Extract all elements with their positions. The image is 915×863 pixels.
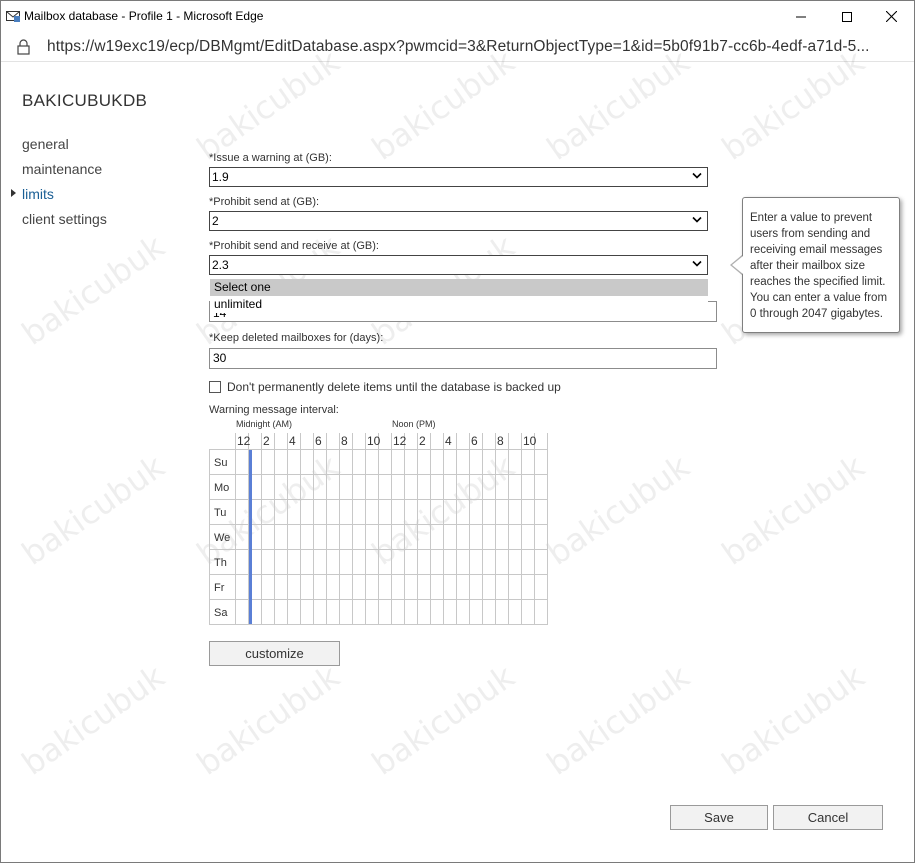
nav-item-label: client settings bbox=[22, 211, 107, 227]
cancel-button[interactable]: Cancel bbox=[773, 805, 883, 830]
hour-label: 4 bbox=[289, 434, 296, 448]
hour-label: 12 bbox=[237, 434, 251, 448]
nav-item-maintenance[interactable]: maintenance bbox=[22, 160, 107, 185]
hour-label: 2 bbox=[419, 434, 426, 448]
hour-label: 2 bbox=[263, 434, 270, 448]
nav-item-label: limits bbox=[22, 186, 54, 202]
watermark: bakicubuk bbox=[14, 657, 172, 783]
section-nav: general maintenance limits client settin… bbox=[11, 135, 107, 235]
nav-item-label: maintenance bbox=[22, 161, 103, 177]
schedule-mark bbox=[249, 450, 252, 624]
warning-label: *Issue a warning at (GB): bbox=[209, 152, 332, 164]
nav-item-label: general bbox=[22, 136, 69, 152]
hour-label: 12 bbox=[393, 434, 407, 448]
watermark: bakicubuk bbox=[364, 657, 522, 783]
day-label: Sa bbox=[214, 607, 228, 619]
day-label: We bbox=[214, 532, 231, 544]
tooltip-pointer-fill bbox=[732, 256, 743, 274]
prohibit-send-receive-label: *Prohibit send and receive at (GB): bbox=[209, 240, 379, 252]
noon-label: Noon (PM) bbox=[392, 419, 436, 429]
backup-checkbox[interactable] bbox=[209, 381, 221, 393]
prohibit-send-value: 2 bbox=[212, 214, 219, 228]
scrollbar-thumb[interactable] bbox=[903, 103, 909, 833]
day-label: Mo bbox=[214, 482, 230, 494]
watermark: bakicubuk bbox=[189, 657, 347, 783]
watermark: bakicubuk bbox=[714, 657, 872, 783]
backup-checkbox-label: Don't permanently delete items until the… bbox=[227, 380, 561, 394]
chevron-down-icon bbox=[692, 172, 702, 179]
minimize-icon bbox=[796, 16, 806, 17]
warning-value: 1.9 bbox=[212, 170, 229, 184]
mailbox-app-icon bbox=[6, 11, 20, 22]
lock-icon bbox=[17, 39, 30, 55]
selected-arrow-icon bbox=[11, 189, 16, 197]
watermark: bakicubuk bbox=[14, 447, 172, 573]
watermark: bakicubuk bbox=[539, 657, 697, 783]
backup-checkbox-row: Don't permanently delete items until the… bbox=[209, 379, 561, 395]
customize-button[interactable]: customize bbox=[209, 641, 340, 666]
day-label: Th bbox=[214, 557, 227, 569]
prohibit-send-receive-select[interactable]: 2.3 bbox=[209, 255, 708, 275]
hour-label: 10 bbox=[367, 434, 381, 448]
scrollbar[interactable] bbox=[898, 63, 914, 862]
prohibit-send-receive-value: 2.3 bbox=[212, 258, 229, 272]
chevron-down-icon bbox=[692, 216, 702, 223]
url-text[interactable]: https://w19exc19/ecp/DBMgmt/EditDatabase… bbox=[47, 38, 870, 56]
watermark: bakicubuk bbox=[714, 447, 872, 573]
hour-label: 6 bbox=[315, 434, 322, 448]
hour-label: 8 bbox=[497, 434, 504, 448]
chevron-down-icon bbox=[692, 260, 702, 267]
address-bar[interactable]: https://w19exc19/ecp/DBMgmt/EditDatabase… bbox=[1, 32, 914, 62]
keep-deleted-label: *Keep deleted mailboxes for (days): bbox=[209, 332, 384, 344]
day-label: Tu bbox=[214, 507, 227, 519]
hour-label: 6 bbox=[471, 434, 478, 448]
hour-label: 8 bbox=[341, 434, 348, 448]
day-label: Fr bbox=[214, 582, 225, 594]
window-title: Mailbox database - Profile 1 - Microsoft… bbox=[24, 9, 264, 23]
prohibit-send-label: *Prohibit send at (GB): bbox=[209, 196, 320, 208]
close-button[interactable] bbox=[868, 1, 914, 32]
hour-label: 10 bbox=[523, 434, 537, 448]
close-icon bbox=[885, 11, 897, 22]
nav-item-limits[interactable]: limits bbox=[11, 185, 107, 210]
midnight-label: Midnight (AM) bbox=[236, 419, 293, 429]
hour-labels: 12 2 4 6 8 10 12 2 4 6 8 10 bbox=[236, 433, 548, 449]
hour-label: 4 bbox=[445, 434, 452, 448]
dropdown-option-unlimited[interactable]: unlimited bbox=[210, 296, 708, 313]
minimize-button[interactable] bbox=[778, 1, 824, 32]
dropdown-option-select-one[interactable]: Select one bbox=[210, 279, 708, 296]
maximize-button[interactable] bbox=[824, 1, 870, 32]
watermark: bakicubuk bbox=[14, 227, 172, 353]
help-tooltip: Enter a value to prevent users from send… bbox=[742, 197, 900, 333]
browser-window: Mailbox database - Profile 1 - Microsoft… bbox=[0, 0, 915, 863]
nav-item-client-settings[interactable]: client settings bbox=[22, 210, 107, 235]
day-label: Su bbox=[214, 457, 228, 469]
schedule-grid-lines bbox=[209, 433, 548, 625]
interval-label: Warning message interval: bbox=[209, 404, 339, 416]
save-button[interactable]: Save bbox=[670, 805, 768, 830]
prohibit-send-select[interactable]: 2 bbox=[209, 211, 708, 231]
keep-deleted-value: 30 bbox=[213, 351, 227, 365]
title-bar: Mailbox database - Profile 1 - Microsoft… bbox=[1, 1, 914, 32]
prohibit-send-receive-dropdown-list: Select one unlimited bbox=[210, 279, 708, 313]
database-name-heading: BAKICUBUKDB bbox=[22, 91, 148, 110]
maximize-icon bbox=[842, 11, 852, 22]
nav-item-general[interactable]: general bbox=[22, 135, 107, 160]
warning-select[interactable]: 1.9 bbox=[209, 167, 708, 187]
watermark: bakicubuk bbox=[539, 447, 697, 573]
keep-deleted-input[interactable]: 30 bbox=[209, 348, 717, 369]
tooltip-text: Enter a value to prevent users from send… bbox=[750, 212, 888, 320]
